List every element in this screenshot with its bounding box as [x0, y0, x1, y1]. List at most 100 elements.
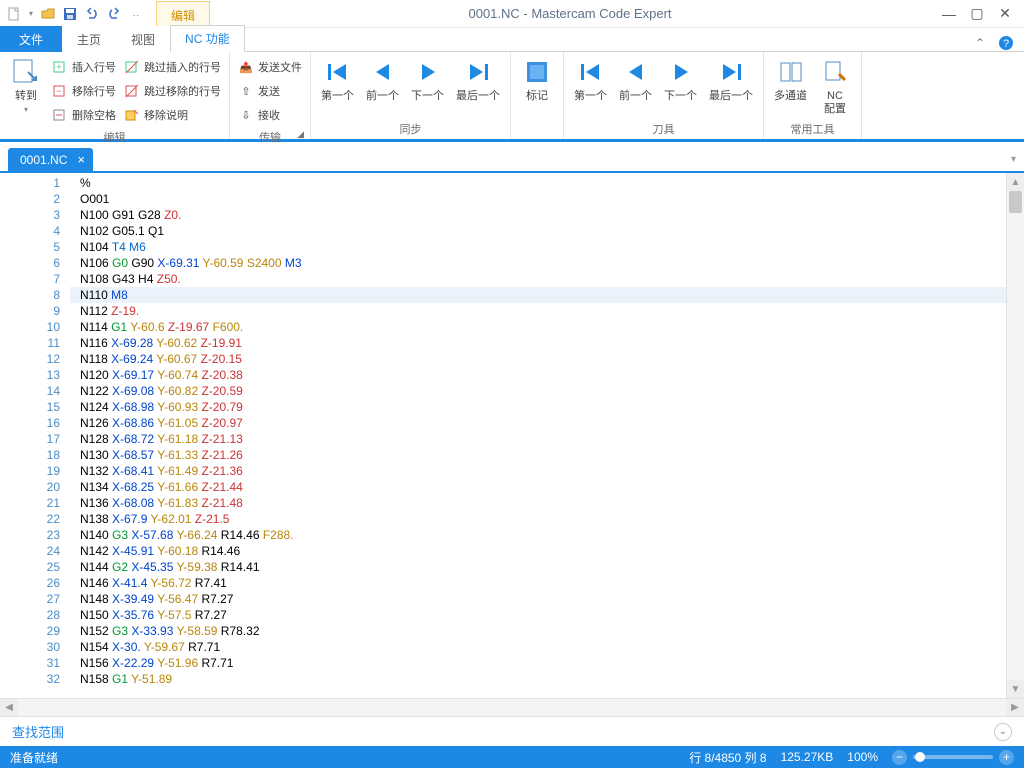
- receive-icon: ⇩: [238, 107, 254, 123]
- zoom-slider[interactable]: [913, 755, 993, 759]
- document-tab[interactable]: 0001.NC ×: [8, 148, 93, 171]
- remove-line-icon: −: [52, 83, 68, 99]
- status-position: 行 8/4850 列 8: [689, 749, 766, 766]
- ribbon-group-common: 多通道 NC配置 常用工具: [764, 52, 862, 139]
- code-editor: 1234567891011121314151617181920212223242…: [0, 171, 1024, 698]
- status-bar: 准备就绪 行 8/4850 列 8 125.27KB 100% − +: [0, 746, 1024, 768]
- jump-button[interactable]: 转到 ▾: [4, 54, 48, 116]
- ribbon: 转到 ▾ +插入行号 −移除行号 删除空格 跳过插入的行号 跳过移除的行号 移除…: [0, 52, 1024, 142]
- mark-icon: [521, 56, 553, 88]
- sync-prev-button[interactable]: 前一个: [360, 54, 405, 105]
- window-controls: — ▢ ✕: [930, 7, 1024, 21]
- skip-remove-icon: [124, 83, 140, 99]
- tab-view[interactable]: 视图: [116, 26, 170, 52]
- prev-icon: [620, 56, 652, 88]
- nc-config-button[interactable]: NC配置: [813, 54, 857, 118]
- book-icon: [775, 56, 807, 88]
- receive-button[interactable]: ⇩接收: [236, 104, 304, 126]
- qat-dropdown-icon[interactable]: ▾: [26, 4, 36, 24]
- zoom-control: − +: [892, 750, 1014, 765]
- nc-config-icon: [819, 56, 851, 88]
- sync-last-button[interactable]: 最后一个: [450, 54, 506, 105]
- jump-icon: [10, 56, 42, 88]
- save-icon[interactable]: [60, 4, 80, 24]
- scroll-thumb[interactable]: [1009, 191, 1022, 213]
- open-icon[interactable]: [38, 4, 58, 24]
- mark-button[interactable]: 标记: [515, 54, 559, 105]
- code-area[interactable]: %O001N100 G91 G28 Z0.N102 G05.1 Q1N104 T…: [70, 173, 1006, 698]
- status-zoom: 100%: [847, 750, 878, 764]
- skip-insert-button[interactable]: 跳过插入的行号: [122, 56, 223, 78]
- remove-line-button[interactable]: −移除行号: [50, 80, 118, 102]
- first-icon: [575, 56, 607, 88]
- first-icon: [322, 56, 354, 88]
- quick-access-toolbar: ▾ ‥: [0, 4, 150, 24]
- group-launcher-icon[interactable]: ◢: [297, 129, 304, 140]
- svg-text:?: ?: [1003, 38, 1009, 50]
- tool-first-button[interactable]: 第一个: [568, 54, 613, 105]
- maximize-icon[interactable]: ▢: [970, 7, 984, 21]
- collapse-ribbon-icon[interactable]: ⌃: [972, 35, 988, 51]
- ribbon-group-edit: 转到 ▾ +插入行号 −移除行号 删除空格 跳过插入的行号 跳过移除的行号 移除…: [0, 52, 230, 139]
- zoom-out-icon[interactable]: −: [892, 750, 907, 765]
- line-gutter: 1234567891011121314151617181920212223242…: [0, 173, 70, 698]
- scroll-right-icon[interactable]: ▶: [1006, 699, 1024, 716]
- tool-last-button[interactable]: 最后一个: [703, 54, 759, 105]
- tab-file[interactable]: 文件: [0, 26, 62, 52]
- next-icon: [665, 56, 697, 88]
- redo-icon[interactable]: [104, 4, 124, 24]
- tab-home[interactable]: 主页: [62, 26, 116, 52]
- last-icon: [462, 56, 494, 88]
- vertical-scrollbar[interactable]: ▲ ▼: [1006, 173, 1024, 698]
- contextual-tab-edit[interactable]: 编辑: [156, 1, 210, 28]
- status-ready: 准备就绪: [10, 749, 58, 766]
- tool-prev-button[interactable]: 前一个: [613, 54, 658, 105]
- ribbon-group-tool: 第一个 前一个 下一个 最后一个 刀具: [563, 52, 764, 139]
- scroll-left-icon[interactable]: ◀: [0, 699, 18, 716]
- remove-blank-button[interactable]: 删除空格: [50, 104, 118, 126]
- send-button[interactable]: ⇧发送: [236, 80, 304, 102]
- ribbon-group-sync: 第一个 前一个 下一个 最后一个 同步: [311, 52, 511, 139]
- insert-line-icon: +: [52, 59, 68, 75]
- skip-remove-button[interactable]: 跳过移除的行号: [122, 80, 223, 102]
- remove-blank-icon: [52, 107, 68, 123]
- chevron-down-icon: ▾: [24, 105, 28, 114]
- close-icon[interactable]: ✕: [998, 7, 1012, 21]
- undo-icon[interactable]: [82, 4, 102, 24]
- tab-overflow-icon[interactable]: ▾: [1011, 154, 1024, 165]
- qat-more-icon[interactable]: ‥: [126, 4, 146, 24]
- find-panel: 查找范围 ⌄: [0, 716, 1024, 746]
- help-icon[interactable]: ?: [998, 35, 1014, 51]
- minimize-icon[interactable]: —: [942, 7, 956, 21]
- remove-note-button[interactable]: 移除说明: [122, 104, 223, 126]
- zoom-in-icon[interactable]: +: [999, 750, 1014, 765]
- tool-next-button[interactable]: 下一个: [658, 54, 703, 105]
- remove-note-icon: [124, 107, 140, 123]
- sync-first-button[interactable]: 第一个: [315, 54, 360, 105]
- status-filesize: 125.27KB: [781, 750, 834, 764]
- send-icon: ⇧: [238, 83, 254, 99]
- horizontal-scrollbar[interactable]: ◀ ▶: [0, 698, 1024, 716]
- multi-channel-button[interactable]: 多通道: [768, 54, 813, 105]
- last-icon: [715, 56, 747, 88]
- tab-close-icon[interactable]: ×: [77, 152, 85, 167]
- ribbon-tabs: 文件 主页 视图 NC 功能 ⌃ ?: [0, 28, 1024, 52]
- ribbon-group-transfer: 📤发送文件 ⇧发送 ⇩接收 传输◢: [230, 52, 311, 139]
- find-label: 查找范围: [12, 722, 64, 741]
- expand-find-icon[interactable]: ⌄: [994, 723, 1012, 741]
- svg-text:−: −: [56, 86, 61, 96]
- document-tab-label: 0001.NC: [20, 153, 67, 167]
- sync-next-button[interactable]: 下一个: [405, 54, 450, 105]
- skip-insert-icon: [124, 59, 140, 75]
- titlebar: ▾ ‥ 编辑 0001.NC - Mastercam Code Expert —…: [0, 0, 1024, 28]
- scroll-down-icon[interactable]: ▼: [1007, 680, 1024, 698]
- new-icon[interactable]: [4, 4, 24, 24]
- insert-line-button[interactable]: +插入行号: [50, 56, 118, 78]
- prev-icon: [367, 56, 399, 88]
- svg-text:+: +: [56, 62, 61, 72]
- tab-nc[interactable]: NC 功能: [170, 25, 245, 52]
- scroll-up-icon[interactable]: ▲: [1007, 173, 1024, 191]
- window-title: 0001.NC - Mastercam Code Expert: [210, 6, 930, 21]
- send-file-button[interactable]: 📤发送文件: [236, 56, 304, 78]
- ribbon-group-mark: 标记: [511, 52, 563, 139]
